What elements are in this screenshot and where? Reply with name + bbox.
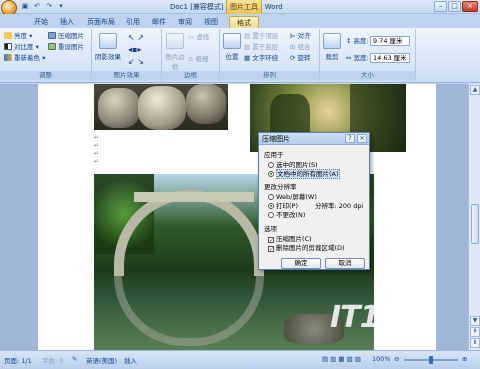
- insert-mode[interactable]: 插入: [124, 355, 137, 365]
- group-label-adjust: 调整: [0, 71, 91, 80]
- undo-icon[interactable]: ↶: [32, 2, 42, 11]
- next-page-icon[interactable]: ⇟: [470, 338, 480, 348]
- scroll-down-icon[interactable]: ▼: [470, 316, 480, 326]
- group-adjust: 亮度 ▾ 对比度 ▾ 重新着色 ▾ 压缩图片 重设图片 调整: [0, 29, 92, 81]
- position-icon: [223, 33, 241, 49]
- group-label-arrange: 排列: [220, 71, 319, 80]
- tab-insert[interactable]: 插入: [56, 16, 78, 28]
- brightness-button[interactable]: 亮度 ▾: [4, 32, 32, 41]
- status-bar: 页面: 1/1 字数: 0 ✎ 英语(美国) 插入 ▤ ▥ ▦ ▧ ▨ 100%…: [0, 350, 480, 369]
- tab-format[interactable]: 格式: [229, 16, 259, 28]
- ribbon-tabs: 开始 插入 页面布局 引用 邮件 审阅 视图 格式: [0, 14, 480, 28]
- radio-all-pictures[interactable]: 文档中的所有图片(A): [268, 168, 340, 179]
- height-input[interactable]: 9.74 厘米: [370, 36, 410, 46]
- recolor-button[interactable]: 重新着色 ▾: [4, 54, 45, 63]
- compress-pictures-dialog: 压缩图片 ? × 应用于 选中的图片(S) 文档中的所有图片(A) 更改分辨率 …: [258, 132, 370, 270]
- rotate-button[interactable]: ⟳ 旋转: [290, 54, 311, 63]
- radio-no-change[interactable]: 不更改(N): [268, 209, 305, 219]
- group-arrange: 位置 ▤ 置于顶层 ▥ 置于底层 ▦ 文字环绕 ⊫ 对齐 ⊞ 组合 ⟳ 旋转 排…: [220, 29, 320, 81]
- zoom-out-icon[interactable]: ⊖: [394, 355, 399, 363]
- dpi-readout: 分辨率: 200 dpi: [315, 202, 364, 210]
- minimize-button[interactable]: –: [434, 1, 447, 12]
- shadow-effect-icon: [99, 33, 117, 49]
- border-icon: [166, 33, 184, 49]
- it168-watermark: IT168: [330, 300, 420, 335]
- width-input[interactable]: 14.63 厘米: [370, 53, 410, 63]
- align-button[interactable]: ⊫ 对齐: [290, 32, 311, 41]
- proofing-icon[interactable]: ✎: [72, 355, 77, 363]
- resolution-heading: 更改分辨率: [264, 183, 297, 191]
- tab-review[interactable]: 审阅: [176, 16, 194, 28]
- jars-photo[interactable]: [94, 84, 228, 130]
- bring-to-front-button[interactable]: ▤ 置于顶层: [244, 32, 278, 41]
- group-button[interactable]: ⊞ 组合: [290, 43, 311, 52]
- vertical-scrollbar[interactable]: ▲ ▼ ⇞ ⇟: [468, 84, 480, 350]
- crop-button[interactable]: 裁剪: [322, 33, 342, 61]
- tab-references[interactable]: 引用: [124, 16, 142, 28]
- redo-icon[interactable]: ↷: [44, 2, 54, 11]
- tab-home[interactable]: 开始: [30, 16, 52, 28]
- send-to-back-button[interactable]: ▥ 置于底层: [244, 43, 278, 52]
- group-label-border: 边框: [162, 71, 219, 80]
- group-label-size: 大小: [320, 71, 415, 80]
- zoom-in-icon[interactable]: ⊕: [462, 355, 467, 363]
- page-count[interactable]: 页面: 1/1: [4, 355, 32, 365]
- shadow-toggle-icon[interactable]: ◂▪▸: [128, 45, 141, 54]
- weight-button[interactable]: ≡ 粗细: [188, 55, 209, 64]
- save-icon[interactable]: ▣: [20, 2, 30, 11]
- reset-picture-button[interactable]: 重设图片: [48, 43, 84, 52]
- prev-page-icon[interactable]: ⇞: [470, 327, 480, 337]
- position-button[interactable]: 位置: [222, 33, 242, 61]
- height-label: ↕ 高度:: [346, 37, 369, 45]
- crop-icon: [323, 33, 341, 49]
- paragraph-marks: ↵ ↵ ↵ ↵: [94, 134, 100, 165]
- picture-tools-label: 图片工具: [226, 0, 262, 14]
- width-label: ↔ 宽度:: [346, 54, 369, 62]
- group-border: 图片边框 ▭ 虚线 ≡ 粗细 边框: [162, 29, 220, 81]
- options-heading: 选项: [264, 225, 277, 233]
- tab-view[interactable]: 视图: [202, 16, 220, 28]
- qat-dropdown-icon[interactable]: ▾: [56, 2, 66, 11]
- watermark-suffix: .com: [412, 332, 430, 340]
- reset-icon: [48, 43, 56, 50]
- apply-to-heading: 应用于: [264, 151, 284, 159]
- contrast-icon: [4, 43, 12, 50]
- maximize-button[interactable]: □: [448, 1, 461, 12]
- view-buttons-icon[interactable]: ▤ ▥ ▦ ▧ ▨: [322, 355, 361, 363]
- tab-mailings[interactable]: 邮件: [150, 16, 168, 28]
- tab-page-layout[interactable]: 页面布局: [84, 16, 118, 28]
- word-window: ▣ ↶ ↷ ▾ Doc1 [兼容模式] - Microsoft Word 图片工…: [0, 0, 480, 369]
- shadow-effect-button[interactable]: 阴影效果: [94, 33, 122, 61]
- checkbox-delete-cropped[interactable]: ✓ 删除图片的剪裁区域(D): [268, 242, 345, 253]
- ribbon: 亮度 ▾ 对比度 ▾ 重新着色 ▾ 压缩图片 重设图片 调整 阴影效果 ↖ ↗ …: [0, 28, 480, 83]
- dash-button[interactable]: ▭ 虚线: [188, 33, 209, 42]
- cancel-button[interactable]: 取消: [325, 258, 365, 269]
- language[interactable]: 英语(美国): [86, 355, 117, 365]
- picture-border-button[interactable]: 图片边框: [164, 33, 186, 71]
- scroll-up-icon[interactable]: ▲: [470, 85, 480, 95]
- compress-icon: [48, 32, 56, 39]
- sun-icon: [4, 32, 12, 39]
- recolor-icon: [4, 54, 12, 61]
- close-button[interactable]: ×: [462, 1, 478, 12]
- nudge-shadow-down-icon[interactable]: ↙ ↘: [128, 57, 144, 66]
- zoom-level[interactable]: 100%: [372, 355, 391, 363]
- contrast-button[interactable]: 对比度 ▾: [4, 43, 39, 52]
- zoom-slider-thumb[interactable]: [429, 356, 433, 364]
- group-label-shadow: 图片效果: [92, 71, 161, 80]
- group-shadow-effects: 阴影效果 ↖ ↗ ◂▪▸ ↙ ↘ 图片效果: [92, 29, 162, 81]
- dialog-close-icon[interactable]: ×: [357, 134, 367, 143]
- scroll-thumb[interactable]: [471, 204, 479, 244]
- compress-pictures-button[interactable]: 压缩图片: [48, 32, 84, 41]
- group-size: 裁剪 ↕ 高度: 9.74 厘米 ↔ 宽度: 14.63 厘米 大小: [320, 29, 416, 81]
- text-wrap-button[interactable]: ▦ 文字环绕: [244, 54, 278, 63]
- title-bar: ▣ ↶ ↷ ▾ Doc1 [兼容模式] - Microsoft Word 图片工…: [0, 0, 480, 16]
- word-count[interactable]: 字数: 0: [42, 355, 63, 365]
- help-icon[interactable]: ?: [345, 134, 355, 143]
- ok-button[interactable]: 确定: [281, 258, 321, 269]
- nudge-shadow-up-icon[interactable]: ↖ ↗: [128, 33, 144, 42]
